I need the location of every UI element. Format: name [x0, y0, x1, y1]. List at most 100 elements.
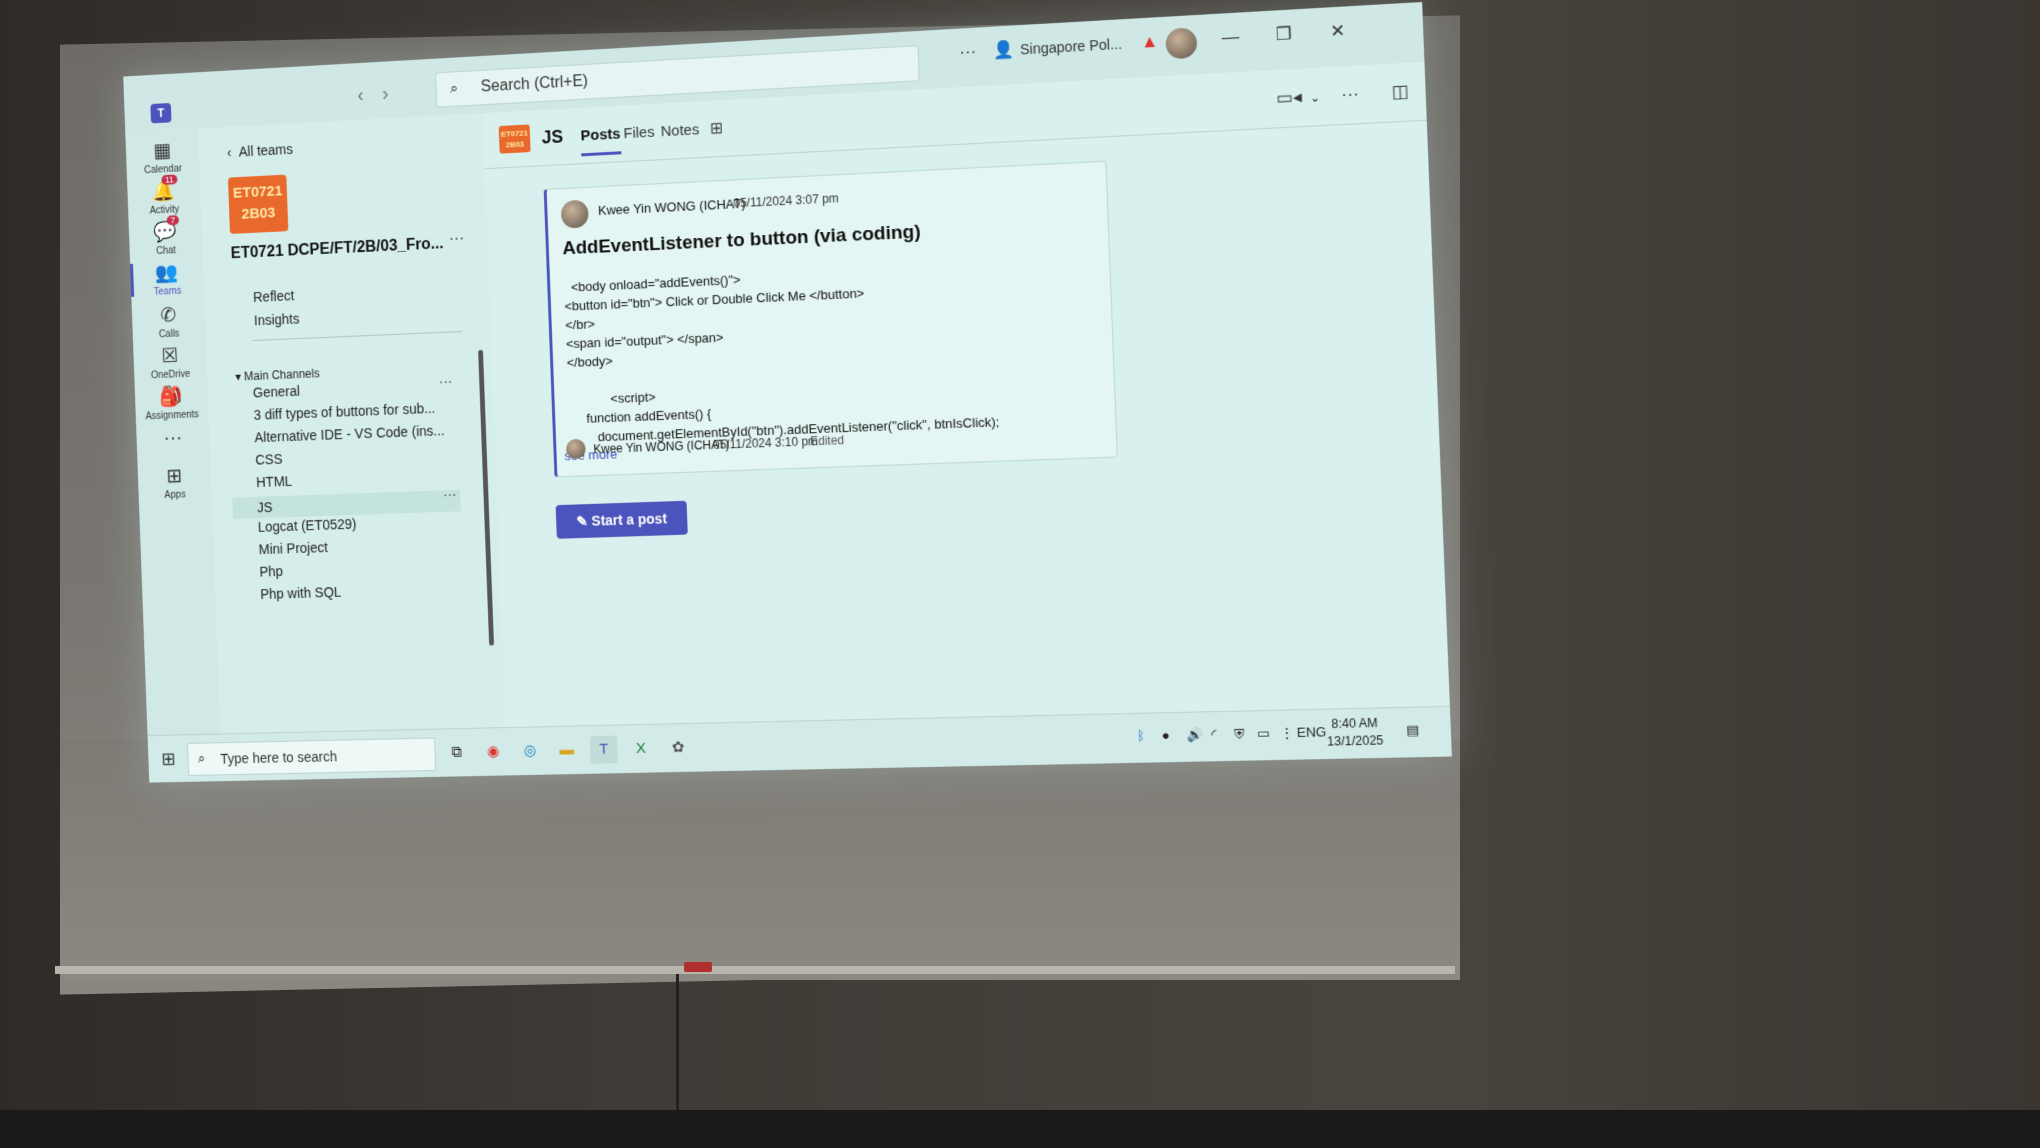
- rail-item-chat[interactable]: 💬 7 Chat: [134, 218, 197, 258]
- rail-item-teams[interactable]: 👥 Teams: [136, 259, 199, 299]
- rail-label: Chat: [135, 244, 197, 258]
- channel-item[interactable]: CSS: [255, 444, 465, 467]
- rail-label: OneDrive: [140, 369, 202, 382]
- notification-badge: 7: [167, 215, 179, 225]
- code-line: <script>: [568, 389, 656, 407]
- start-post-label: Start a post: [591, 510, 667, 528]
- channel-team-logo: ET0721 2B03: [499, 124, 531, 153]
- rail-item-more[interactable]: ···: [142, 426, 204, 453]
- rail-label: Apps: [144, 489, 206, 502]
- all-teams-link[interactable]: ‹ All teams: [227, 141, 293, 160]
- code-line: function addEvents() {: [569, 406, 712, 426]
- post-author[interactable]: Kwee Yin WONG (ICHAT): [598, 196, 746, 218]
- chrome-icon[interactable]: ◉: [479, 738, 507, 766]
- reflect-link[interactable]: Reflect: [253, 287, 295, 304]
- header-more-button[interactable]: ···: [1341, 84, 1360, 106]
- titlebar-more-button[interactable]: ···: [959, 42, 977, 63]
- channel-item[interactable]: 3 diff types of buttons for sub...: [253, 399, 463, 423]
- channel-item[interactable]: Mini Project: [258, 535, 468, 557]
- all-teams-label: All teams: [238, 141, 293, 159]
- rail-item-onedrive[interactable]: ☒ OneDrive: [139, 342, 202, 381]
- teams-taskbar-icon[interactable]: T: [590, 735, 618, 763]
- task-view-icon[interactable]: ⧉: [443, 739, 471, 767]
- channel-logo-line2: 2B03: [505, 140, 524, 150]
- team-pane: ‹ All teams ET0721 2B03 ET0721 DCPE/FT/2…: [198, 113, 506, 734]
- wifi-icon[interactable]: ◜: [1211, 726, 1217, 742]
- close-icon[interactable]: ✕: [1330, 21, 1346, 42]
- search-icon: ⌕: [450, 80, 459, 97]
- battery-icon[interactable]: ▭: [1257, 725, 1270, 742]
- onedrive-icon: ☒: [139, 342, 201, 369]
- back-arrow-icon[interactable]: ‹: [357, 84, 364, 107]
- channel-info-icon[interactable]: ◫: [1391, 81, 1409, 103]
- scrollbar[interactable]: [478, 350, 494, 646]
- edge-icon[interactable]: ◎: [516, 737, 544, 765]
- reply-author[interactable]: Kwee Yin WONG (ICHAT): [593, 437, 729, 456]
- rail-label: Assignments: [141, 409, 203, 422]
- section-title-label: Main Channels: [244, 367, 320, 384]
- phone-icon: ✆: [137, 302, 199, 329]
- restore-icon[interactable]: ❐: [1275, 24, 1292, 45]
- room-floor: [0, 1110, 2040, 1148]
- channel-view: ET0721 2B03 JS Posts Files Notes ⊞ ▭◂ ⌄ …: [483, 62, 1450, 728]
- profile-avatar[interactable]: [1165, 27, 1197, 59]
- notification-badge: 11: [161, 174, 178, 185]
- more-icon: ···: [142, 426, 204, 451]
- rail-item-calendar[interactable]: ▦ Calendar: [131, 137, 194, 177]
- channel-item[interactable]: HTML: [256, 467, 466, 490]
- code-line: </br>: [565, 316, 595, 332]
- people-icon[interactable]: 👤: [992, 40, 1014, 61]
- channel-more-button[interactable]: ···: [443, 486, 457, 502]
- screen-pull-tab: [684, 962, 712, 972]
- forward-arrow-icon[interactable]: ›: [382, 83, 389, 106]
- chevron-down-icon[interactable]: ⌄: [1309, 90, 1320, 105]
- video-call-icon[interactable]: ▭◂: [1276, 87, 1303, 109]
- rail-item-calls[interactable]: ✆ Calls: [137, 302, 200, 342]
- tab-files[interactable]: Files: [623, 124, 655, 143]
- shield-icon[interactable]: ⛨: [1234, 726, 1245, 743]
- rail-item-assignments[interactable]: 🎒 Assignments: [140, 383, 203, 422]
- edited-label: Edited: [810, 433, 845, 448]
- teams-icon: 👥: [136, 259, 198, 286]
- minimize-icon[interactable]: —: [1221, 27, 1239, 48]
- reply-avatar[interactable]: [566, 439, 586, 460]
- taskbar-search-icon: ⌕: [198, 750, 206, 767]
- notifications-icon[interactable]: ▤: [1406, 722, 1420, 739]
- org-name[interactable]: Singapore Pol...: [1020, 36, 1123, 58]
- taskbar-search-input[interactable]: ⌕ Type here to search: [187, 738, 436, 776]
- team-more-button[interactable]: ···: [449, 230, 465, 248]
- windows-start-icon[interactable]: ⊞: [161, 749, 176, 770]
- tab-notes[interactable]: Notes: [660, 121, 699, 140]
- excel-icon[interactable]: X: [627, 735, 655, 763]
- team-name[interactable]: ET0721 DCPE/FT/2B/03_Fro...: [230, 235, 443, 263]
- channel-item[interactable]: Php: [259, 557, 469, 579]
- post-subject: AddEventListener to button (via coding): [562, 221, 921, 260]
- volume-icon[interactable]: 🔊: [1186, 727, 1203, 744]
- file-explorer-icon[interactable]: ▬: [553, 736, 581, 764]
- reply-timestamp: 05/11/2024 3:10 pm: [713, 434, 819, 452]
- start-post-button[interactable]: ✎ Start a post: [556, 501, 688, 539]
- taskbar-search-placeholder: Type here to search: [220, 748, 337, 766]
- team-logo: ET0721 2B03: [228, 175, 288, 234]
- insights-link[interactable]: Insights: [254, 311, 300, 329]
- app-taskbar-icon[interactable]: ✿: [664, 734, 693, 762]
- author-avatar[interactable]: [561, 200, 589, 229]
- rail-label: Teams: [137, 285, 199, 298]
- channel-item[interactable]: Php with SQL: [260, 580, 470, 602]
- channel-more-button[interactable]: ···: [439, 373, 453, 389]
- assignments-icon: 🎒: [140, 383, 202, 410]
- channel-item[interactable]: Alternative IDE - VS Code (ins...: [254, 422, 464, 446]
- rail-item-apps[interactable]: ⊞ Apps: [143, 463, 206, 502]
- rail-item-activity[interactable]: 🔔 11 Activity: [133, 177, 196, 217]
- language-indicator[interactable]: ENG: [1297, 724, 1327, 740]
- add-tab-icon[interactable]: ⊞: [710, 118, 724, 139]
- apps-icon: ⊞: [143, 463, 205, 489]
- teams-tray-icon[interactable]: ●: [1161, 727, 1170, 742]
- tab-posts[interactable]: Posts: [580, 126, 620, 145]
- channel-title: JS: [541, 127, 563, 149]
- clock[interactable]: 8:40 AM 13/1/2025: [1326, 715, 1384, 751]
- main-channels-header[interactable]: ▾ Main Channels: [235, 367, 320, 384]
- clock-date: 13/1/2025: [1327, 733, 1384, 749]
- tray-divider-icon: ⋮: [1280, 725, 1294, 742]
- bluetooth-icon[interactable]: ᛒ: [1137, 728, 1146, 743]
